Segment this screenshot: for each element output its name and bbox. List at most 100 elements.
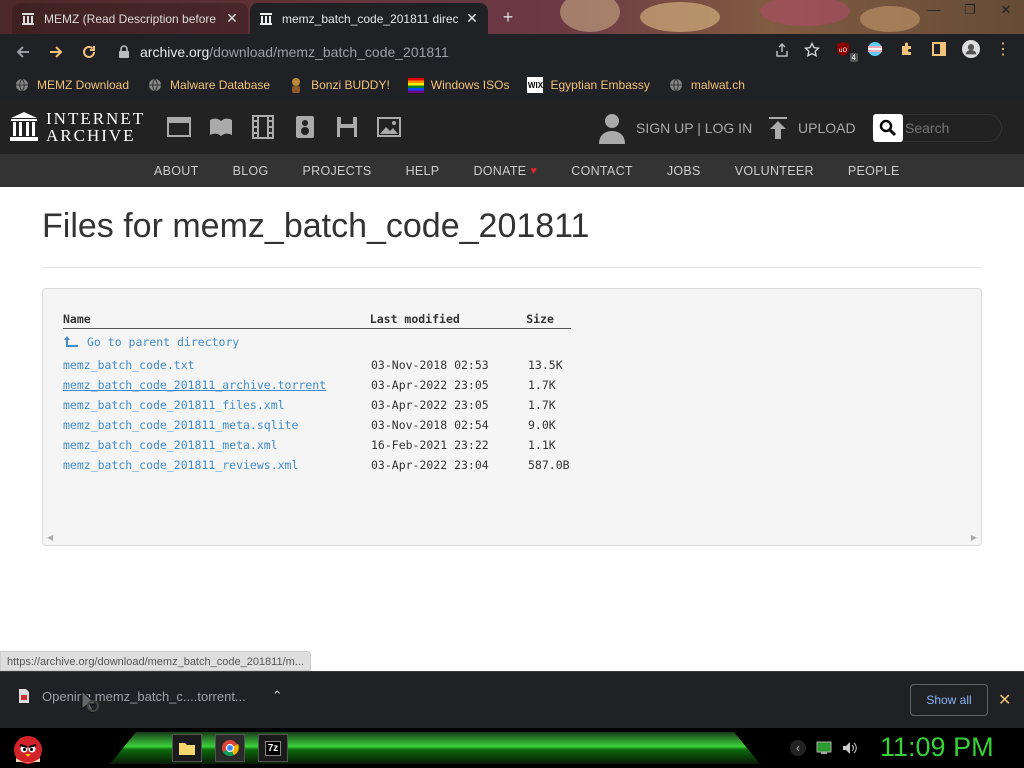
chevron-up-icon[interactable]: ⌃ bbox=[272, 688, 283, 704]
close-tab-icon[interactable]: ✕ bbox=[224, 10, 240, 27]
parent-directory-link[interactable]: Go to parent directory bbox=[63, 335, 239, 349]
file-link[interactable]: memz_batch_code_201811_reviews.xml bbox=[63, 458, 298, 472]
nav-contact[interactable]: CONTACT bbox=[571, 164, 633, 178]
nav-projects[interactable]: PROJECTS bbox=[303, 164, 372, 178]
reload-icon bbox=[83, 45, 95, 58]
nav-people[interactable]: PEOPLE bbox=[848, 164, 900, 178]
clock[interactable]: 11:09 PM bbox=[880, 732, 994, 763]
browser-tab-strip: MEMZ (Read Description before ✕ memz_bat… bbox=[0, 0, 1024, 34]
nav-jobs[interactable]: JOBS bbox=[667, 164, 701, 178]
7zip-icon[interactable]: 7z bbox=[258, 734, 288, 762]
download-item[interactable]: Opening memz_batch_c....torrent... ⌃ bbox=[18, 688, 283, 704]
bookmark-egyptian-embassy[interactable]: WIX Egyptian Embassy bbox=[527, 77, 650, 93]
bookmark-malwatch[interactable]: malwat.ch bbox=[668, 77, 745, 93]
file-size: 587.0B bbox=[528, 458, 570, 472]
nav-blog[interactable]: BLOG bbox=[233, 164, 269, 178]
bookmark-memz-download[interactable]: MEMZ Download bbox=[14, 77, 129, 93]
search-input[interactable] bbox=[903, 120, 999, 136]
nav-label: DONATE bbox=[473, 163, 527, 178]
listing-header: Name Last modified Size bbox=[63, 309, 571, 329]
file-modified: 03-Nov-2018 02:54 bbox=[371, 418, 489, 432]
download-shelf: Opening memz_batch_c....torrent... ⌃ Sho… bbox=[0, 671, 1024, 728]
video-film-icon[interactable] bbox=[250, 114, 276, 140]
ublock-icon[interactable]: uO 4 bbox=[834, 40, 858, 62]
logo-text: INTERNET ARCHIVE bbox=[46, 110, 145, 144]
restore-icon[interactable]: ❐ bbox=[952, 0, 988, 22]
bookmark-windows-isos[interactable]: Windows ISOs bbox=[407, 77, 509, 93]
search-icon[interactable] bbox=[873, 114, 903, 142]
volume-icon[interactable] bbox=[842, 741, 858, 755]
new-tab-button[interactable]: + bbox=[496, 7, 520, 29]
show-all-button[interactable]: Show all bbox=[910, 684, 988, 716]
images-icon[interactable] bbox=[376, 114, 402, 140]
tab-memz-description[interactable]: MEMZ (Read Description before ✕ bbox=[12, 3, 248, 34]
file-modified: 03-Apr-2022 23:04 bbox=[371, 458, 489, 472]
tray-chevron-icon[interactable]: ‹ bbox=[790, 740, 806, 756]
nav-help[interactable]: HELP bbox=[406, 164, 440, 178]
reload-button[interactable] bbox=[74, 37, 104, 67]
internet-archive-logo[interactable]: INTERNET ARCHIVE bbox=[10, 110, 145, 144]
lock-icon[interactable] bbox=[118, 45, 130, 59]
close-window-icon[interactable]: ✕ bbox=[988, 0, 1024, 22]
file-listing: Name Last modified Size Go to parent dir… bbox=[63, 309, 573, 475]
file-link[interactable]: memz_batch_code.txt bbox=[63, 358, 195, 372]
explorer-icon[interactable] bbox=[172, 734, 202, 762]
network-icon[interactable] bbox=[816, 741, 832, 755]
column-header-name: Name bbox=[63, 311, 91, 326]
texts-book-icon[interactable] bbox=[208, 114, 234, 140]
heart-icon: ♥ bbox=[530, 164, 538, 177]
pride-flag-extension-icon[interactable] bbox=[866, 40, 884, 58]
file-link[interactable]: memz_batch_code_201811_meta.sqlite bbox=[63, 418, 298, 432]
software-floppy-icon[interactable] bbox=[334, 114, 360, 140]
nav-label: BLOG bbox=[232, 163, 269, 178]
browser-toolbar: archive.org/download/memz_batch_code_201… bbox=[0, 34, 1024, 70]
url-path: /download/memz_batch_code_201811 bbox=[209, 44, 449, 60]
upload-link[interactable]: UPLOAD bbox=[768, 116, 856, 140]
minimize-icon[interactable]: — bbox=[916, 0, 952, 22]
side-panel-icon[interactable] bbox=[930, 40, 948, 58]
7zip-label: 7z bbox=[264, 740, 282, 756]
archive-building-icon bbox=[10, 112, 38, 141]
file-link[interactable]: memz_batch_code_201811_meta.xml bbox=[63, 438, 278, 452]
ia-nav-bar: ABOUT BLOG PROJECTS HELP DONATE ♥ CONTACT… bbox=[0, 154, 1024, 187]
scroll-left-arrow-icon[interactable]: ◀ bbox=[47, 533, 53, 542]
file-icon bbox=[19, 689, 29, 703]
nav-label: PROJECTS bbox=[302, 163, 372, 178]
page-title: Files for memz_batch_code_201811 bbox=[42, 207, 590, 245]
bookmark-star-icon[interactable] bbox=[804, 42, 820, 58]
extensions-puzzle-icon[interactable] bbox=[898, 40, 916, 58]
web-icon[interactable] bbox=[166, 114, 192, 140]
window-controls: — ❐ ✕ bbox=[916, 0, 1024, 22]
address-bar[interactable]: archive.org/download/memz_batch_code_201… bbox=[106, 38, 828, 66]
nav-donate[interactable]: DONATE ♥ bbox=[473, 164, 537, 178]
sign-in-link[interactable]: SIGN UP | LOG IN bbox=[598, 112, 752, 144]
bookmark-malware-database[interactable]: Malware Database bbox=[147, 77, 270, 93]
close-icon[interactable]: ✕ bbox=[998, 690, 1011, 710]
share-icon[interactable] bbox=[774, 42, 790, 58]
nav-label: ABOUT bbox=[154, 163, 199, 178]
wallpaper-splat bbox=[560, 0, 620, 32]
bookmark-bonzi-buddy[interactable]: Bonzi BUDDY! bbox=[288, 77, 390, 93]
file-size: 1.7K bbox=[528, 398, 556, 412]
profile-avatar[interactable] bbox=[962, 40, 980, 58]
file-link[interactable]: memz_batch_code_201811_files.xml bbox=[63, 398, 285, 412]
parent-link-label: Go to parent directory bbox=[87, 335, 240, 349]
parent-directory-row: Go to parent directory bbox=[63, 329, 573, 355]
scroll-right-arrow-icon[interactable]: ▶ bbox=[971, 533, 977, 542]
tab-memz-directory[interactable]: memz_batch_code_201811 directory ✕ bbox=[250, 3, 488, 34]
nav-label: JOBS bbox=[666, 163, 701, 178]
file-link[interactable]: memz_batch_code_201811_archive.torrent bbox=[63, 378, 326, 392]
start-button-angry-bird-icon[interactable] bbox=[10, 730, 46, 766]
nav-about[interactable]: ABOUT bbox=[154, 164, 199, 178]
internet-archive-icon bbox=[258, 11, 274, 27]
menu-kebab-icon[interactable]: ⋮ bbox=[994, 40, 1012, 58]
forward-arrow-icon bbox=[50, 46, 63, 58]
nav-volunteer[interactable]: VOLUNTEER bbox=[735, 164, 814, 178]
back-button[interactable] bbox=[8, 37, 38, 67]
forward-button[interactable] bbox=[41, 37, 71, 67]
close-tab-icon[interactable]: ✕ bbox=[464, 10, 480, 27]
file-listing-box: Name Last modified Size Go to parent dir… bbox=[42, 288, 982, 546]
audio-speaker-icon[interactable] bbox=[292, 114, 318, 140]
column-header-size: Size bbox=[526, 311, 554, 326]
chrome-icon[interactable] bbox=[215, 734, 245, 762]
